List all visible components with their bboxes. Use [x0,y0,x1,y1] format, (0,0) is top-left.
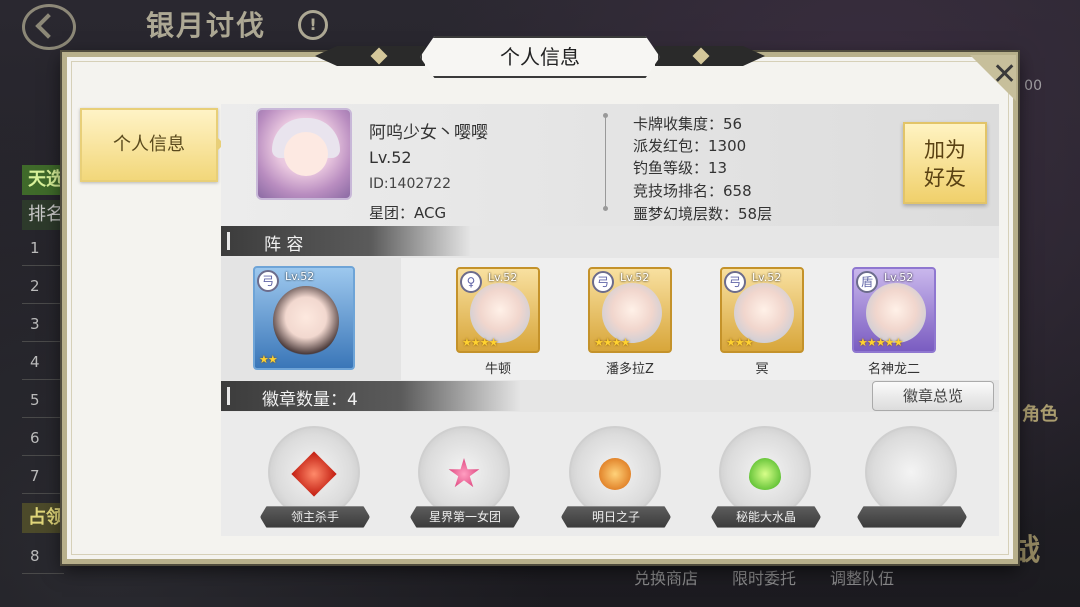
bow-icon: 弓 [724,271,746,293]
lineup-header [221,226,471,256]
hero-level: Lv.52 [620,271,650,284]
badge-lord-slayer[interactable]: 领主杀手 [260,420,370,530]
badge-ribbon [857,506,967,528]
add-friend-label: 加为 好友 [924,138,966,190]
add-friend-button[interactable]: 加为 好友 [903,122,987,204]
avatar-face [284,132,328,176]
badge-child-of-tomorrow[interactable]: 明日之子 [561,420,671,530]
hero-card[interactable]: 弓 Lv.52 ★★★★ [588,267,672,353]
hero-portrait [273,286,339,356]
tab-personal-info[interactable]: 个人信息 [80,108,218,182]
ranking-row: 5 [22,382,64,418]
badge-ring [865,426,957,518]
badge-star-idol[interactable]: 星界第一女团 [410,420,520,530]
hero-level: Lv.52 [285,270,315,283]
badge-name: 明日之子 [591,510,640,524]
ranking-row: 7 [22,458,64,494]
hero-portrait [602,283,662,343]
header-bar [227,387,230,405]
badges-count: 徽章数量：4 [262,390,358,410]
tab-label: 个人信息 [113,134,185,155]
badge-name: 星界第一女团 [428,510,501,524]
title-wing-right [655,46,765,66]
lineup-title: 阵 容 [264,235,304,255]
star-rating: ★★ [259,353,278,366]
hero-portrait [470,283,530,343]
ranking-row: 1 [22,230,64,266]
badge-arcane-crystal[interactable]: 秘能大水晶 [711,420,821,530]
element-icon: ♀ [460,271,482,293]
star-rating: ★★★★ [462,336,498,349]
hero-level: Lv.52 [488,271,518,284]
ranking-header-occupy: 占领 [22,503,64,533]
shield-icon: 盾 [856,271,878,293]
ranking-header: 天选 [22,165,64,195]
player-level: Lv.52 [369,148,412,167]
background-number: 00 [1024,78,1042,94]
hero-level: Lv.52 [752,271,782,284]
divider [603,113,608,211]
dialog-title-bar: 个人信息 [315,36,765,80]
tab-exchange-shop[interactable]: 兑换商店 [634,565,698,589]
hero-name: 名神龙二 [867,362,920,377]
ranking-row: 4 [22,344,64,380]
star-rating: ★★★ [726,336,754,349]
bow-icon: 弓 [592,271,614,293]
ranking-row: 2 [22,268,64,304]
ranking-row: 3 [22,306,64,342]
hero-portrait [866,283,926,343]
dialog-title: 个人信息 [500,45,580,69]
hero-name: 牛顿 [484,362,511,377]
badge-empty-slot[interactable] [857,420,967,530]
tab-adjust-team[interactable]: 调整队伍 [830,565,894,589]
player-name: 阿呜少女丶嘤嘤 [369,123,488,143]
hero-name: 潘多拉Z [606,362,654,377]
ranking-row: 8 [22,538,64,574]
back-arrow-icon[interactable] [22,4,76,50]
screen-title: 银月讨伐 [146,9,267,42]
background-role-label: 角色 [1022,404,1058,425]
bow-icon: 弓 [257,270,279,292]
stat-fishing-level: 钓鱼等级：13 [633,159,728,177]
green-crystal-icon [749,458,781,490]
ranking-row: 6 [22,420,64,456]
close-button[interactable]: ✕ [970,55,1018,101]
badge-name: 领主杀手 [290,510,339,524]
player-id: ID:1402722 [369,176,451,192]
hero-card[interactable]: ♀ Lv.52 ★★★★ [456,267,540,353]
hero-portrait [734,283,794,343]
stat-red-packets: 派发红包：1300 [633,137,747,155]
ranking-subheader: 排名 [22,200,64,230]
badge-overview-button[interactable]: 徽章总览 [872,381,994,411]
star-rating: ★★★★ [594,336,630,349]
hero-level: Lv.52 [884,271,914,284]
hero-name: 冥 [755,362,769,377]
stat-nightmare-floors: 噩梦幻境层数：58层 [633,205,773,223]
close-icon: ✕ [992,57,1018,92]
player-guild: 星团：ACG [369,204,447,222]
header-bar [227,232,230,250]
hero-card[interactable]: 弓 Lv.52 ★★★ [720,267,804,353]
orange-gem-icon [599,458,631,490]
avatar[interactable] [256,108,352,200]
badge-name: 秘能大水晶 [735,510,796,524]
star-rating: ★★★★★ [858,336,903,349]
hero-card[interactable]: 盾 Lv.52 ★★★★★ [852,267,936,353]
leader-hero-card[interactable]: 弓 Lv.52 ★★ [253,266,355,370]
tab-limited-commission[interactable]: 限时委托 [732,565,796,589]
stat-arena-rank: 竞技场排名：658 [633,182,752,200]
stat-card-collection: 卡牌收集度：56 [633,115,743,133]
